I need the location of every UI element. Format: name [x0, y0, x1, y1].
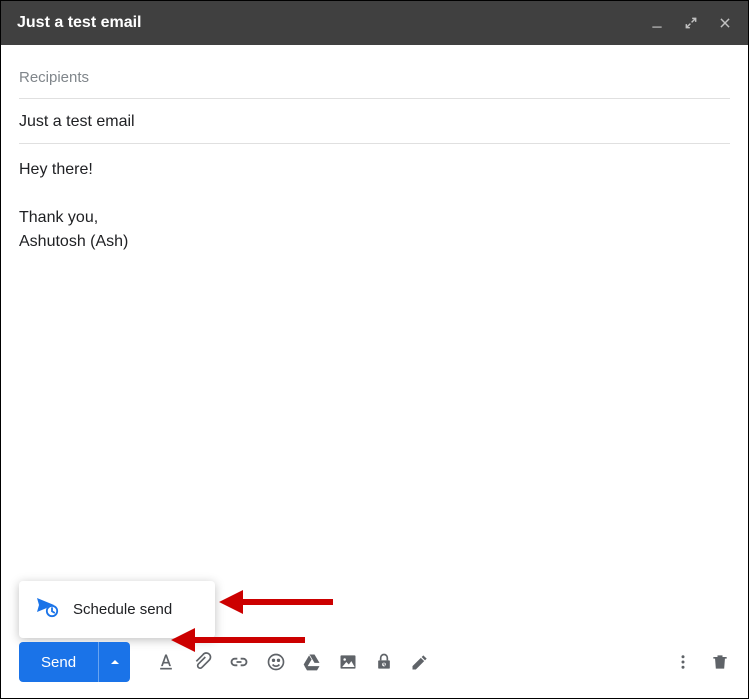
window-controls: [650, 16, 732, 30]
attach-icon[interactable]: [192, 652, 212, 672]
compose-toolbar: Send: [19, 642, 730, 682]
link-icon[interactable]: [228, 652, 250, 672]
expand-icon[interactable]: [684, 16, 698, 30]
photo-icon[interactable]: [338, 652, 358, 672]
pen-icon[interactable]: [410, 652, 430, 672]
send-button[interactable]: Send: [19, 642, 98, 682]
compose-body[interactable]: Hey there! Thank you, Ashutosh (Ash): [19, 144, 730, 254]
body-signature: Ashutosh (Ash): [19, 230, 730, 254]
compose-format-icons: [156, 652, 430, 672]
schedule-send-icon: [35, 595, 59, 624]
compose-titlebar: Just a test email: [1, 1, 748, 45]
minimize-icon[interactable]: [650, 16, 664, 30]
compose-content: Recipients Just a test email Hey there! …: [1, 45, 748, 264]
more-options-icon[interactable]: [674, 652, 692, 672]
body-signoff: Thank you,: [19, 206, 730, 230]
confidential-icon[interactable]: [374, 652, 394, 672]
send-split-button: Send: [19, 642, 130, 682]
subject-field[interactable]: Just a test email: [19, 99, 730, 144]
delete-icon[interactable]: [710, 652, 730, 672]
body-greeting: Hey there!: [19, 158, 730, 182]
compose-title: Just a test email: [17, 14, 650, 32]
recipients-field[interactable]: Recipients: [19, 55, 730, 99]
formatting-icon[interactable]: [156, 652, 176, 672]
drive-icon[interactable]: [302, 652, 322, 672]
caret-up-icon: [110, 657, 120, 667]
send-options-dropdown[interactable]: [98, 642, 130, 682]
annotation-arrow: [219, 590, 333, 614]
schedule-send-menu-item[interactable]: Schedule send: [19, 581, 215, 638]
emoji-icon[interactable]: [266, 652, 286, 672]
close-icon[interactable]: [718, 16, 732, 30]
schedule-send-label: Schedule send: [73, 601, 172, 618]
